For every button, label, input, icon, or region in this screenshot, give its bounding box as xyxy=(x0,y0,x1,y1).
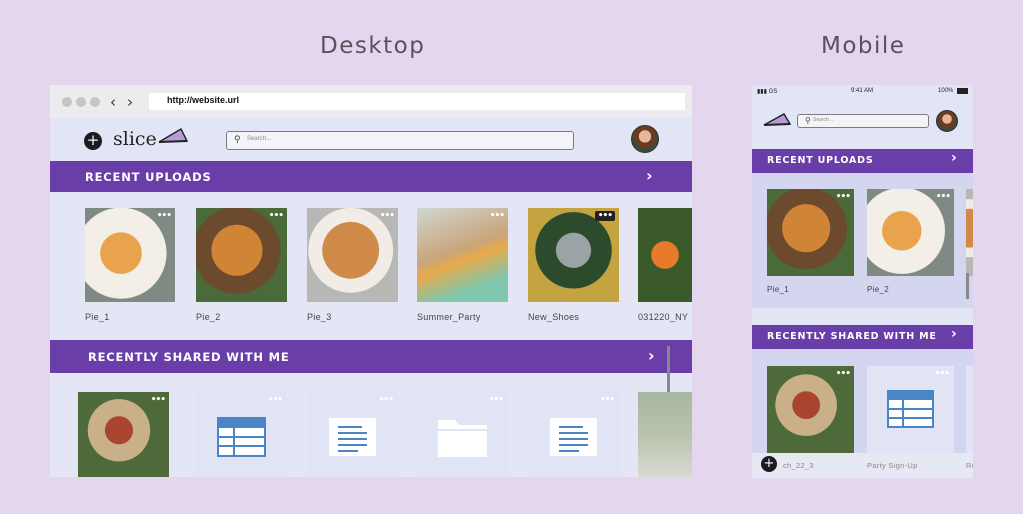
battery-icon xyxy=(957,88,968,94)
chevron-right-icon[interactable]: › xyxy=(648,346,655,365)
upload-thumbnail[interactable] xyxy=(638,208,692,302)
upload-thumbnail[interactable]: ••• xyxy=(85,208,175,302)
upload-name: Pie_3 xyxy=(307,312,332,322)
desktop-label: Desktop xyxy=(320,33,426,59)
more-icon[interactable]: ••• xyxy=(490,211,505,221)
scrollbar[interactable] xyxy=(667,346,670,396)
shared-thumbnail[interactable]: ••• xyxy=(78,392,169,477)
chevron-right-icon[interactable]: › xyxy=(646,166,653,185)
upload-thumbnail[interactable]: ••• xyxy=(867,189,954,276)
mobile-label: Mobile xyxy=(821,33,906,59)
more-icon[interactable]: ••• xyxy=(380,211,395,221)
upload-name: Summer_Party xyxy=(417,312,481,322)
window-zoom-dot[interactable] xyxy=(90,97,100,107)
more-icon[interactable]: ••• xyxy=(594,211,615,221)
shared-with-me-header[interactable]: RECENTLY SHARED WITH ME › xyxy=(50,340,692,373)
desktop-browser-window: ‹ › http://website.url + slice ⚲ Search.… xyxy=(50,85,692,477)
browser-chrome: ‹ › http://website.url xyxy=(50,85,692,118)
back-arrow-icon[interactable]: ‹ xyxy=(110,93,116,111)
shared-folder[interactable]: ••• xyxy=(417,392,508,477)
search-placeholder: Search... xyxy=(247,136,272,142)
upload-name: Pie_1 xyxy=(767,285,789,294)
search-icon: ⚲ xyxy=(234,135,241,145)
recent-uploads-header[interactable]: RECENT UPLOADS › xyxy=(752,149,973,173)
more-icon[interactable]: ••• xyxy=(600,395,615,405)
upload-thumbnail[interactable]: ••• xyxy=(196,208,287,302)
pie-logo-icon[interactable] xyxy=(762,112,792,128)
search-input[interactable]: ⚲ Search... xyxy=(797,114,929,128)
shared-document[interactable]: ••• xyxy=(528,392,619,477)
carrier-text: ▮▮▮ GS xyxy=(757,89,778,95)
logo[interactable]: slice xyxy=(113,128,157,150)
shared-name: Party Sign-Up xyxy=(867,461,918,470)
mobile-screen: ▮▮▮ GS 9:41 AM 100% ⚲ Search... RECENT U… xyxy=(752,85,973,478)
desktop-page: + slice ⚲ Search... RECENT UPLOADS › •••… xyxy=(50,118,692,477)
address-bar[interactable]: http://website.url xyxy=(149,93,685,110)
upload-name: Pie_2 xyxy=(867,285,889,294)
shared-thumbnail[interactable]: ••• xyxy=(767,366,854,453)
pie-logo-icon xyxy=(158,128,189,143)
forward-arrow-icon[interactable]: › xyxy=(127,93,133,111)
folder-icon xyxy=(438,420,487,457)
shared-name: Re xyxy=(966,461,973,470)
scrollbar[interactable] xyxy=(966,273,969,299)
more-icon[interactable]: ••• xyxy=(157,211,172,221)
shared-spreadsheet[interactable]: ••• xyxy=(196,392,287,477)
spreadsheet-icon xyxy=(887,390,934,428)
document-icon xyxy=(550,418,597,456)
search-icon: ⚲ xyxy=(805,116,811,125)
battery-text: 100% xyxy=(938,88,954,94)
status-bar: ▮▮▮ GS 9:41 AM 100% xyxy=(752,85,973,99)
avatar[interactable] xyxy=(936,110,958,132)
document-icon xyxy=(329,418,376,456)
window-minimize-dot[interactable] xyxy=(76,97,86,107)
upload-thumbnail[interactable]: ••• xyxy=(307,208,398,302)
spreadsheet-icon xyxy=(217,417,266,457)
more-icon[interactable]: ••• xyxy=(268,395,283,405)
more-icon[interactable]: ••• xyxy=(836,369,851,379)
add-icon[interactable]: + xyxy=(84,132,102,150)
recent-uploads-header[interactable]: RECENT UPLOADS › xyxy=(50,161,692,192)
avatar[interactable] xyxy=(631,125,659,153)
more-icon[interactable]: ••• xyxy=(489,395,504,405)
search-input[interactable]: ⚲ Search... xyxy=(226,131,574,150)
upload-name: New_Shoes xyxy=(528,312,580,322)
search-placeholder: Search... xyxy=(813,117,834,123)
chevron-right-icon[interactable]: › xyxy=(951,326,958,342)
shared-thumbnail[interactable] xyxy=(638,392,692,477)
shared-name: ch_22_3 xyxy=(783,461,814,470)
chevron-right-icon[interactable]: › xyxy=(951,150,958,166)
shared-with-me-title: RECENTLY SHARED WITH ME xyxy=(767,331,937,342)
more-icon[interactable]: ••• xyxy=(269,211,284,221)
shared-document[interactable] xyxy=(966,366,973,453)
recent-uploads-title: RECENT UPLOADS xyxy=(85,170,212,184)
recent-uploads-title: RECENT UPLOADS xyxy=(767,155,874,166)
upload-thumbnail[interactable]: ••• xyxy=(528,208,619,302)
shared-with-me-header[interactable]: RECENTLY SHARED WITH ME › xyxy=(752,325,973,349)
more-icon[interactable]: ••• xyxy=(936,192,951,202)
more-icon[interactable]: ••• xyxy=(151,395,166,405)
more-icon[interactable]: ••• xyxy=(836,192,851,202)
shared-document[interactable]: ••• xyxy=(307,392,398,477)
url-text: http://website.url xyxy=(167,95,239,105)
upload-thumbnail[interactable]: ••• xyxy=(767,189,854,276)
shared-with-me-title: RECENTLY SHARED WITH ME xyxy=(88,350,290,364)
upload-name: Pie_2 xyxy=(196,312,221,322)
more-icon[interactable]: ••• xyxy=(935,369,950,379)
upload-name: Pie_1 xyxy=(85,312,110,322)
app-header: + slice ⚲ Search... xyxy=(50,118,692,160)
add-icon[interactable]: + xyxy=(761,456,777,472)
shared-spreadsheet[interactable]: ••• xyxy=(867,366,954,453)
upload-thumbnail[interactable] xyxy=(966,189,973,276)
clock-text: 9:41 AM xyxy=(851,88,874,94)
upload-thumbnail[interactable]: ••• xyxy=(417,208,508,302)
more-icon[interactable]: ••• xyxy=(379,395,394,405)
upload-name: 031220_NY xyxy=(638,312,689,322)
window-close-dot[interactable] xyxy=(62,97,72,107)
